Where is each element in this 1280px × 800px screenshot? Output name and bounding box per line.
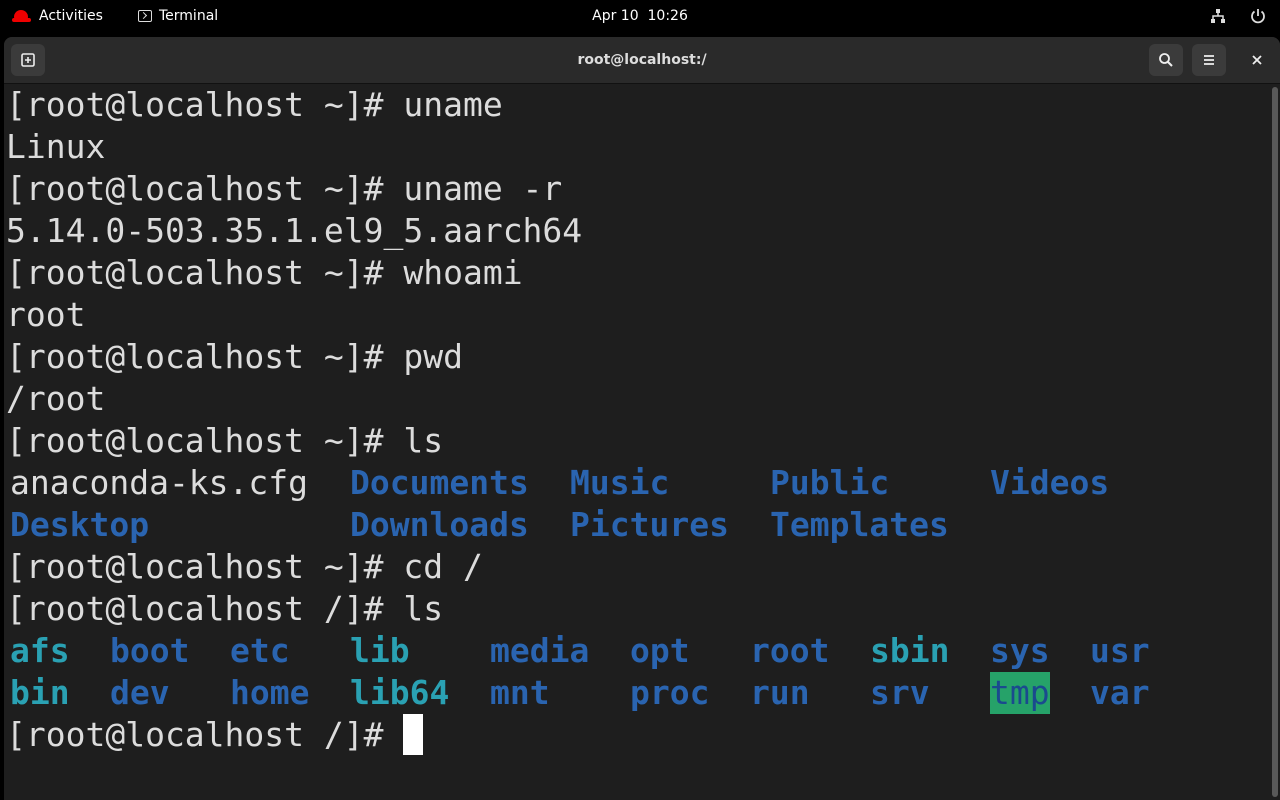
terminal-line: [root@localhost ~]# cd / xyxy=(6,547,483,586)
ls-output-row: Desktop Downloads Pictures Templates xyxy=(6,504,1268,546)
close-icon xyxy=(1252,55,1262,65)
terminal-window: root@localhost:/ [root@localhost ~]# una… xyxy=(4,37,1280,800)
terminal-line: Linux xyxy=(6,127,106,166)
ls-entry-dir: mnt xyxy=(490,673,550,712)
terminal-line: root xyxy=(6,295,86,334)
ls-entry-dir: Videos xyxy=(990,463,1110,502)
terminal-line: [root@localhost /]# ls xyxy=(6,589,444,628)
ls-entry-dir: dev xyxy=(110,673,170,712)
ls-entry-dir: srv xyxy=(870,673,930,712)
ls-entry-dir: Pictures xyxy=(570,505,729,544)
search-button[interactable] xyxy=(1149,44,1183,76)
terminal-line: [root@localhost ~]# ls xyxy=(6,421,444,460)
prompt: [root@localhost /]# xyxy=(6,715,404,754)
terminal-output[interactable]: [root@localhost ~]# uname Linux [root@lo… xyxy=(6,84,1268,800)
system-tray[interactable] xyxy=(1210,0,1266,32)
terminal-icon xyxy=(138,10,152,22)
ls-entry-dir: media xyxy=(490,631,590,670)
prompt-line[interactable]: [root@localhost /]# xyxy=(6,714,1268,756)
terminal-line: /root xyxy=(6,379,106,418)
ls-output-row: afs boot etc lib media opt root sbin sys… xyxy=(6,630,1268,672)
ls-entry-file: anaconda-ks.cfg xyxy=(10,463,309,502)
ls-entry-dir: Public xyxy=(770,463,890,502)
ls-output-row: anaconda-ks.cfg Documents Music Public V… xyxy=(6,462,1268,504)
ls-entry-dir: Downloads xyxy=(350,505,529,544)
top-bar: Activities Terminal Apr 10 10:26 xyxy=(0,0,1280,32)
app-name: Terminal xyxy=(159,8,219,24)
power-icon[interactable] xyxy=(1250,8,1266,24)
activities-button[interactable]: Activities xyxy=(12,0,103,32)
text-cursor xyxy=(403,714,424,755)
terminal-line: [root@localhost ~]# whoami xyxy=(6,253,523,292)
header-bar[interactable]: root@localhost:/ xyxy=(4,37,1280,84)
ls-entry-symlink: lib xyxy=(350,631,410,670)
scrollbar[interactable] xyxy=(1272,87,1278,797)
ls-entry-dir: Desktop xyxy=(10,505,150,544)
ls-entry-dir: root xyxy=(750,631,830,670)
network-icon[interactable] xyxy=(1210,8,1226,24)
terminal-line: [root@localhost ~]# pwd xyxy=(6,337,463,376)
ls-entry-symlink: sbin xyxy=(870,631,950,670)
app-menu-button[interactable]: Terminal xyxy=(138,0,218,32)
activities-label: Activities xyxy=(39,8,103,24)
ls-entry-dir: opt xyxy=(630,631,690,670)
clock-label[interactable]: Apr 10 10:26 xyxy=(592,8,688,24)
menu-icon xyxy=(1204,55,1214,65)
terminal-line: [root@localhost ~]# uname xyxy=(6,85,503,124)
ls-entry-symlink: lib64 xyxy=(350,673,450,712)
ls-entry-dir: Documents xyxy=(350,463,529,502)
terminal-line: 5.14.0-503.35.1.el9_5.aarch64 xyxy=(6,211,583,250)
ls-entry-dir: home xyxy=(230,673,310,712)
ls-entry-dir: boot xyxy=(110,631,190,670)
search-icon xyxy=(1159,53,1173,67)
window-title: root@localhost:/ xyxy=(577,52,707,68)
menu-button[interactable] xyxy=(1192,44,1226,76)
ls-entry-dir: proc xyxy=(630,673,710,712)
ls-entry-dir: etc xyxy=(230,631,290,670)
terminal-line: [root@localhost ~]# uname -r xyxy=(6,169,563,208)
ls-entry-dir: usr xyxy=(1090,631,1150,670)
ls-entry-dir: Templates xyxy=(770,505,949,544)
ls-entry-dir: Music xyxy=(570,463,670,502)
ls-entry-symlink: bin xyxy=(10,673,70,712)
close-button[interactable] xyxy=(1240,44,1274,76)
scrollbar-thumb[interactable] xyxy=(1272,87,1278,797)
ls-output-row: bin dev home lib64 mnt proc run srv tmp … xyxy=(6,672,1268,714)
ls-entry-dir: var xyxy=(1090,673,1150,712)
ls-entry-sticky-dir: tmp xyxy=(990,672,1050,714)
ls-entry-dir: run xyxy=(750,673,810,712)
ls-entry-symlink: afs xyxy=(10,631,70,670)
red-hat-logo-icon xyxy=(12,9,32,23)
ls-entry-dir: sys xyxy=(990,631,1050,670)
